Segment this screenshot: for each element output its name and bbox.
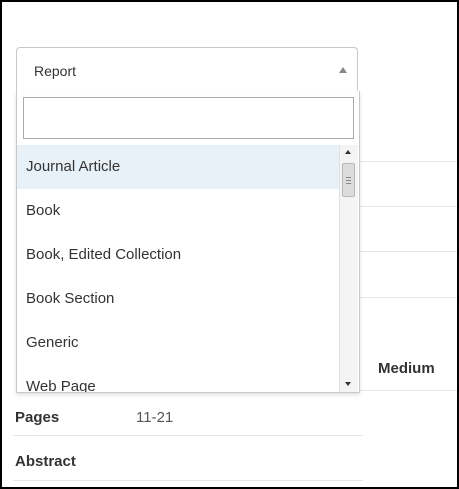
row-divider <box>358 390 457 391</box>
option-book-section[interactable]: Book Section <box>17 277 339 321</box>
item-type-select[interactable]: Report <box>16 47 358 91</box>
row-divider <box>358 297 457 298</box>
pages-value: 11-21 <box>136 409 174 426</box>
grip-line <box>346 183 351 184</box>
row-divider <box>358 251 457 252</box>
row-divider <box>358 161 457 162</box>
page-frame: Medium Pages 11-21 Abstract Report Journ… <box>0 0 459 489</box>
pages-label: Pages <box>15 409 60 426</box>
scroll-down-icon[interactable] <box>345 382 351 386</box>
option-journal-article[interactable]: Journal Article <box>17 145 339 189</box>
option-book[interactable]: Book <box>17 189 339 233</box>
option-list: Journal Article Book Book, Edited Collec… <box>17 145 339 392</box>
abstract-label: Abstract <box>15 453 76 470</box>
search-input[interactable] <box>23 97 354 139</box>
grip-line <box>346 177 351 178</box>
select-value: Report <box>34 63 77 79</box>
scroll-up-icon[interactable] <box>345 150 351 154</box>
row-divider <box>13 480 363 481</box>
scroll-thumb[interactable] <box>342 163 355 197</box>
medium-label: Medium <box>378 360 435 377</box>
scrollbar[interactable] <box>339 145 358 392</box>
option-book-edited-collection[interactable]: Book, Edited Collection <box>17 233 339 277</box>
row-divider <box>13 435 363 436</box>
grip-line <box>346 180 351 181</box>
option-generic[interactable]: Generic <box>17 321 339 365</box>
chevron-up-icon <box>339 67 347 73</box>
option-web-page[interactable]: Web Page <box>17 365 339 392</box>
item-type-dropdown: Journal Article Book Book, Edited Collec… <box>16 91 360 393</box>
row-divider <box>358 206 457 207</box>
